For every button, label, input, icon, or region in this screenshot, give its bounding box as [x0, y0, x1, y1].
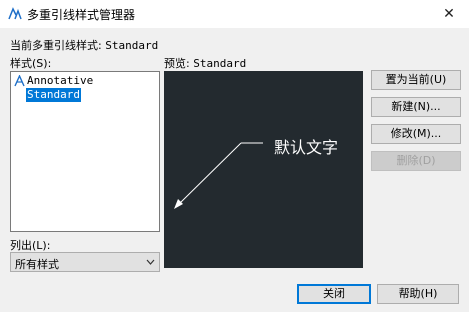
window-title: 多重引线样式管理器 [27, 8, 136, 22]
style-item-label: Standard [26, 88, 81, 102]
current-style-label: 当前多重引线样式: Standard [10, 39, 159, 52]
leader-arrow [174, 142, 263, 209]
chevron-down-icon [146, 259, 155, 265]
modify-button[interactable]: 修改(M)... [371, 124, 461, 144]
list-filter-value: 所有样式 [15, 258, 59, 271]
style-item-label: Annotative [27, 74, 94, 87]
list-filter-dropdown[interactable]: 所有样式 [10, 252, 160, 272]
preview-label: 预览: Standard [164, 57, 247, 70]
styles-list[interactable]: Annotative Standard [10, 71, 160, 232]
close-icon[interactable]: ✕ [438, 4, 460, 24]
app-icon [8, 7, 22, 20]
close-button[interactable]: 关闭 [297, 284, 371, 304]
styles-label: 样式(S): [10, 57, 52, 70]
new-button[interactable]: 新建(N)... [371, 97, 461, 117]
help-button[interactable]: 帮助(H) [377, 284, 459, 304]
preview-pane: 默认文字 [164, 71, 363, 268]
title-bar: 多重引线样式管理器 ✕ [0, 0, 469, 28]
list-filter-label: 列出(L): [10, 239, 51, 252]
set-current-button[interactable]: 置为当前(U) [371, 70, 461, 90]
delete-button[interactable]: 删除(D) [371, 151, 461, 171]
preview-style-name: Standard [193, 57, 247, 70]
current-style-value: Standard [105, 39, 159, 52]
preview-sample-text: 默认文字 [274, 138, 339, 157]
annotative-icon [14, 75, 25, 87]
